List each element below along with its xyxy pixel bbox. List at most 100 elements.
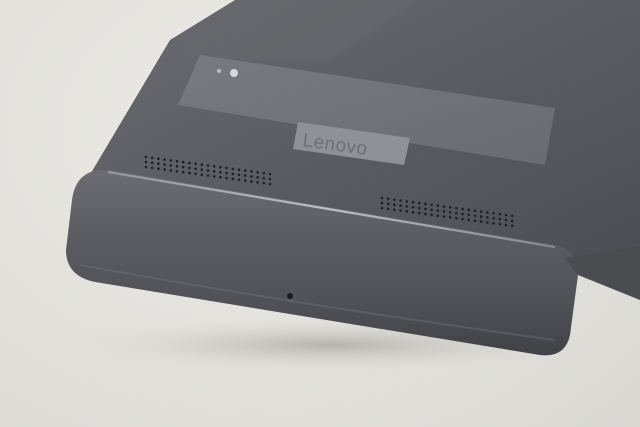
speaker-grille-hole (455, 216, 458, 220)
speaker-grille-hole (157, 162, 160, 165)
speaker-grille-hole (486, 221, 489, 224)
speaker-grille-hole (194, 172, 197, 176)
speaker-grille-hole (411, 205, 415, 209)
speaker-grille-hole (150, 156, 154, 160)
speaker-grille-hole (424, 202, 427, 206)
speaker-grille-hole (250, 170, 253, 173)
speaker-grille-hole (479, 210, 483, 213)
speaker-grille-hole (256, 181, 259, 184)
speaker-grille-hole (212, 170, 216, 173)
speaker-grille-hole (225, 166, 228, 170)
product-photo: Lenovo (0, 0, 640, 427)
speaker-grille-hole (442, 205, 446, 208)
speaker-grille-hole (430, 213, 433, 217)
speaker-grille-hole (405, 205, 409, 208)
speaker-grille-hole (430, 203, 433, 207)
speaker-grille-hole (498, 212, 502, 216)
speaker-grille-hole (386, 207, 390, 211)
speaker-grille-hole (417, 211, 421, 215)
speaker-grille-hole (479, 220, 483, 223)
speaker-grille-hole (163, 158, 166, 161)
speaker-grille-hole (386, 197, 390, 201)
speaker-grille-hole (150, 166, 154, 170)
speaker-grille-hole (188, 161, 191, 165)
speaker-grille-hole (504, 218, 508, 222)
speaker-grille-hole (225, 171, 228, 175)
speaker-grille-hole (237, 178, 241, 182)
speaker-grille-hole (411, 210, 415, 214)
speaker-grille-hole (219, 175, 222, 179)
speaker-grille-hole (498, 217, 502, 221)
speaker-grille-hole (455, 206, 458, 210)
speaker-grille-hole (194, 167, 197, 171)
speaker-grille-hole (243, 174, 247, 177)
speaker-grille-hole (486, 211, 489, 214)
speaker-grille-hole (206, 174, 210, 177)
speaker-grille-hole (212, 175, 216, 178)
speaker-grille-hole (455, 211, 458, 215)
speaker-grille-hole (268, 172, 272, 176)
speaker-grille-hole (175, 169, 179, 173)
speaker-grille-hole (206, 164, 210, 167)
speaker-grille-hole (181, 160, 185, 164)
speaker-grille-hole (181, 165, 185, 169)
speaker-grille-hole (504, 223, 508, 227)
speaker-grille-hole (436, 214, 440, 217)
speaker-grille-hole (262, 171, 266, 175)
speaker-grille-hole (200, 163, 204, 166)
speaker-grille-hole (492, 217, 495, 220)
speaker-grille-hole (144, 155, 148, 159)
speaker-grille-hole (157, 167, 160, 170)
speaker-grille-hole (175, 159, 179, 163)
speaker-grille-hole (219, 165, 222, 169)
speaker-grille-hole (436, 204, 440, 207)
speaker-grille-hole (461, 212, 464, 216)
speaker-grille-hole (424, 212, 427, 216)
speaker-grille-hole (169, 169, 173, 172)
speaker-grille-hole (442, 215, 446, 218)
speaker-grille-hole (225, 176, 228, 180)
speaker-grille-hole (510, 224, 514, 228)
speaker-grille-hole (268, 182, 272, 186)
speaker-grille-hole (393, 203, 396, 206)
speaker-grille-hole (262, 181, 266, 185)
speaker-grille-hole (237, 173, 241, 177)
speaker-grille-hole (405, 200, 409, 203)
speaker-grille-hole (411, 200, 415, 204)
speaker-grille-hole (393, 198, 396, 201)
speaker-grille-hole (243, 169, 247, 172)
speaker-grille-hole (386, 202, 390, 206)
speaker-grille-hole (473, 219, 477, 223)
speaker-grille-hole (436, 209, 440, 212)
speaker-grille-hole (256, 171, 259, 174)
speaker-grille-hole (473, 214, 477, 218)
speaker-grille-hole (169, 164, 173, 167)
speaker-grille-hole (250, 175, 253, 178)
speaker-grille-hole (150, 161, 154, 165)
speaker-grille-hole (206, 169, 210, 172)
speaker-grille-hole (399, 204, 402, 207)
speaker-grille-hole (467, 218, 471, 222)
speaker-grille-hole (461, 217, 464, 221)
speaker-grille-hole (181, 170, 185, 174)
speaker-grille-hole (467, 213, 471, 217)
speaker-grille-hole (262, 176, 266, 180)
speaker-grille-hole (231, 172, 235, 176)
speaker-grille-hole (268, 177, 272, 181)
speaker-grille-hole (399, 209, 402, 212)
speaker-grille-hole (163, 163, 166, 166)
speaker-grille-hole (231, 167, 235, 171)
speaker-grille-hole (157, 157, 160, 160)
speaker-grille-hole (448, 216, 452, 219)
speaker-grille-hole (188, 166, 191, 170)
microphone-hole-icon (287, 293, 293, 299)
speaker-grille-hole (175, 164, 179, 168)
speaker-grille-hole (492, 212, 495, 215)
speaker-grille-hole (417, 206, 421, 210)
speaker-grille-hole (479, 215, 483, 218)
speaker-grille-hole (486, 216, 489, 219)
speaker-grille-hole (188, 171, 191, 175)
speaker-grille-hole (380, 196, 384, 200)
speaker-grille-hole (399, 199, 402, 202)
speaker-grille-hole (448, 206, 452, 209)
